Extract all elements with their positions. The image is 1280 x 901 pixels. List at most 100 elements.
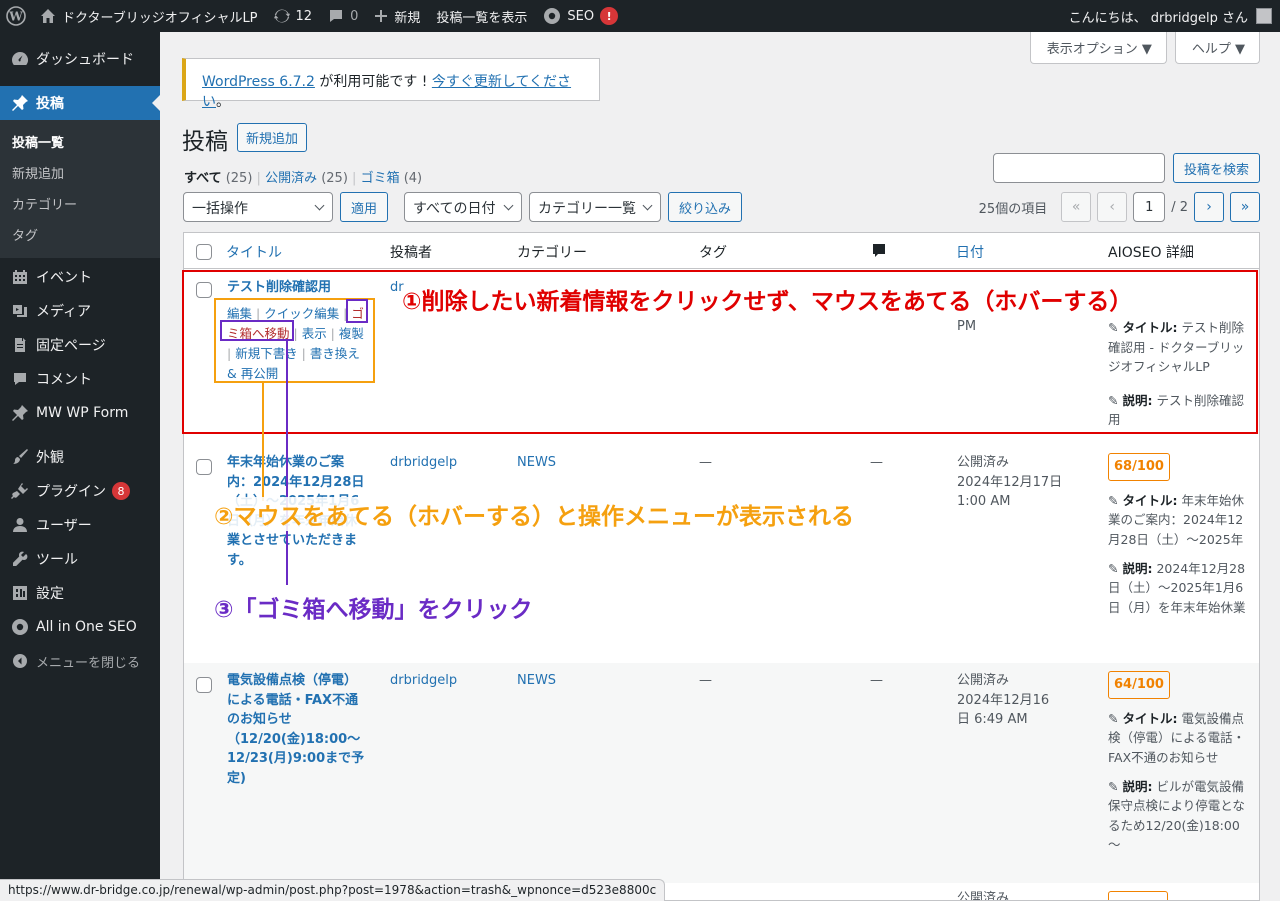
dashboard-icon	[10, 49, 30, 69]
sidebar-item-plugins[interactable]: プラグイン 8	[0, 474, 160, 508]
column-title[interactable]: タイトル	[226, 242, 282, 262]
updates-link[interactable]: 12	[266, 0, 321, 32]
pencil-icon[interactable]: ✎	[1108, 493, 1118, 508]
wrench-icon	[10, 549, 30, 569]
column-date[interactable]: 日付	[956, 242, 984, 262]
submenu-tags[interactable]: タグ	[0, 219, 160, 250]
post-category[interactable]: NEWS	[517, 455, 556, 470]
sidebar-item-users[interactable]: ユーザー	[0, 508, 160, 542]
pencil-icon[interactable]: ✎	[1108, 779, 1118, 794]
filter-published[interactable]: 公開済み	[265, 171, 317, 186]
pencil-icon[interactable]: ✎	[1108, 561, 1118, 576]
filter-trash[interactable]: ゴミ箱	[361, 171, 400, 186]
comments-link[interactable]: 0	[320, 0, 366, 32]
sidebar-item-appearance[interactable]: 外観	[0, 440, 160, 474]
sidebar-item-aioseo[interactable]: All in One SEO	[0, 610, 160, 644]
page-title: 投稿	[182, 129, 228, 155]
table-row[interactable]: 年末年始休業のご案内：2024年12月28日（土）～2025年1月6日（月）を年…	[184, 449, 1259, 663]
search-posts-button[interactable]: 投稿を検索	[1172, 153, 1260, 183]
post-date: 公開済み 2024年12月16日 6:49 AM	[957, 673, 1050, 727]
sidebar-item-comments[interactable]: コメント	[0, 362, 160, 396]
row-checkbox[interactable]	[196, 459, 212, 475]
seo-score-badge[interactable]: 68/100	[1108, 453, 1170, 481]
annotation-connector-purple	[286, 341, 288, 585]
refresh-icon	[273, 8, 290, 24]
category-filter-select[interactable]: カテゴリー一覧	[529, 192, 661, 222]
post-category[interactable]: NEWS	[517, 673, 556, 688]
select-all-checkbox[interactable]	[196, 244, 212, 260]
annotation-connector-orange	[262, 383, 264, 501]
settings-icon	[10, 583, 30, 603]
filter-all[interactable]: すべて	[184, 171, 222, 186]
column-aioseo: AIOSEO 詳細	[1108, 245, 1194, 261]
account-menu[interactable]: こんにちは、 drbridgelp さん	[1061, 0, 1280, 32]
first-page-button[interactable]: «	[1061, 192, 1092, 222]
main-content: 表示オプション ▼ ヘルプ ▼ WordPress 6.7.2 が利用可能です …	[160, 32, 1280, 901]
post-status-filters: すべて (25) | 公開済み (25) | ゴミ箱 (4)	[184, 171, 423, 186]
new-content-link[interactable]: 新規	[366, 0, 428, 32]
home-icon	[40, 8, 56, 24]
filter-button[interactable]: 絞り込み	[668, 192, 743, 222]
sidebar-item-settings[interactable]: 設定	[0, 576, 160, 610]
sidebar-item-posts[interactable]: 投稿	[0, 86, 160, 120]
admin-sidebar: ダッシュボード 投稿 投稿一覧 新規追加 カテゴリー タグ イベント メディア …	[0, 32, 160, 901]
post-comments: —	[870, 673, 883, 688]
browser-status-url: https://www.dr-bridge.co.jp/renewal/wp-a…	[0, 879, 666, 901]
prev-page-button[interactable]: ‹	[1097, 192, 1128, 222]
sidebar-item-tools[interactable]: ツール	[0, 542, 160, 576]
last-page-button[interactable]: »	[1230, 192, 1260, 222]
seo-menu-link[interactable]: SEO !	[535, 0, 626, 32]
screen-options-button[interactable]: 表示オプション ▼	[1029, 32, 1167, 64]
brush-icon	[10, 447, 30, 467]
posts-submenu: 投稿一覧 新規追加 カテゴリー タグ	[0, 120, 160, 258]
sidebar-item-dashboard[interactable]: ダッシュボード	[0, 42, 160, 76]
post-date: 公開済み 2024年12月17日 1:00 AM	[957, 455, 1063, 509]
plus-icon	[374, 9, 388, 23]
help-button[interactable]: ヘルプ ▼	[1174, 32, 1260, 64]
page-icon	[10, 335, 30, 355]
aioseo-gear-icon	[543, 7, 561, 25]
table-header: タイトル 投稿者 カテゴリー タグ 日付 AIOSEO 詳細	[184, 233, 1259, 269]
wordpress-version-link[interactable]: WordPress 6.7.2	[202, 74, 315, 90]
seo-score-badge[interactable]: 64/100	[1108, 671, 1170, 699]
apply-button[interactable]: 適用	[340, 192, 389, 222]
row-checkbox[interactable]	[196, 677, 212, 693]
sidebar-item-mw-wp-form[interactable]: MW WP Form	[0, 396, 160, 430]
sidebar-item-events[interactable]: イベント	[0, 260, 160, 294]
submenu-all-posts[interactable]: 投稿一覧	[0, 126, 160, 157]
post-author[interactable]: drbridgelp	[390, 673, 457, 688]
post-title-link[interactable]: 電気設備点検（停電）による電話・FAX不通のお知らせ（12/20(金)18:00…	[227, 673, 364, 786]
date-filter-select[interactable]: すべての日付	[404, 192, 522, 222]
post-search-input[interactable]	[992, 153, 1165, 183]
column-tags: タグ	[699, 245, 727, 261]
greeting-text: こんにちは、 drbridgelp さん	[1068, 10, 1248, 26]
submenu-categories[interactable]: カテゴリー	[0, 188, 160, 219]
annotation-step2: ②マウスをあてる（ホバーする）と操作メニューが表示される	[214, 497, 855, 531]
annotation-step3: ③「ゴミ箱へ移動」をクリック	[214, 590, 533, 624]
sidebar-collapse-menu[interactable]: メニューを閉じる	[0, 644, 160, 678]
site-name-link[interactable]: ドクターブリッジオフィシャルLP	[32, 0, 266, 32]
updates-count: 12	[295, 8, 313, 24]
media-icon	[10, 301, 30, 321]
submenu-add-new[interactable]: 新規追加	[0, 157, 160, 188]
table-row[interactable]: 電気設備点検（停電）による電話・FAX不通のお知らせ（12/20(金)18:00…	[184, 663, 1259, 883]
current-page-input[interactable]: 1	[1133, 192, 1166, 222]
wordpress-logo-icon[interactable]: W	[0, 0, 32, 32]
sidebar-item-media[interactable]: メディア	[0, 294, 160, 328]
seo-score-badge[interactable]	[1108, 891, 1168, 900]
plugins-update-badge: 8	[112, 482, 130, 500]
plugin-icon	[10, 481, 30, 501]
total-pages: / 2	[1171, 199, 1188, 215]
bulk-action-select[interactable]: 一括操作	[183, 192, 333, 222]
view-posts-link[interactable]: 投稿一覧を表示	[428, 0, 535, 32]
next-page-button[interactable]: ›	[1194, 192, 1224, 222]
pin-icon	[10, 403, 30, 423]
post-author[interactable]: drbridgelp	[390, 455, 457, 470]
annotation-highlight-trash-a	[220, 320, 294, 341]
post-date: 公開済み	[957, 891, 1010, 901]
aioseo-icon	[10, 617, 30, 637]
sidebar-item-pages[interactable]: 固定ページ	[0, 328, 160, 362]
add-new-post-button[interactable]: 新規追加	[237, 123, 308, 152]
avatar	[1256, 8, 1272, 24]
pencil-icon[interactable]: ✎	[1108, 711, 1118, 726]
